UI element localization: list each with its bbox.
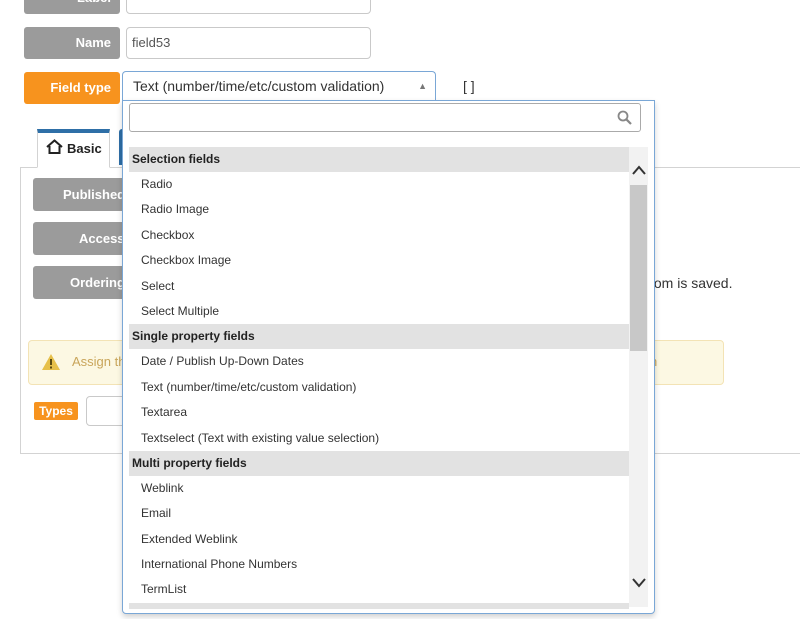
- types-input[interactable]: [86, 396, 126, 426]
- option-radio[interactable]: Radio: [129, 172, 629, 197]
- warning-text: Assign th: [72, 354, 126, 369]
- field-type-dropdown: Selection fields Radio Radio Image Check…: [122, 100, 655, 614]
- name-field-label: Name: [24, 27, 120, 59]
- dropdown-search[interactable]: [129, 103, 641, 132]
- option-email[interactable]: Email: [129, 501, 629, 526]
- option-date-publish[interactable]: Date / Publish Up-Down Dates: [129, 349, 629, 374]
- dropdown-search-input[interactable]: [134, 104, 608, 132]
- option-extended-weblink[interactable]: Extended Weblink: [129, 527, 629, 552]
- name-input[interactable]: field53: [126, 27, 371, 59]
- search-icon: [617, 110, 632, 128]
- ordering-note: tom is saved.: [650, 275, 733, 291]
- option-radio-image[interactable]: Radio Image: [129, 197, 629, 222]
- field-type-selected-value: Text (number/time/etc/custom validation): [133, 78, 385, 94]
- group-selection-fields: Selection fields: [129, 147, 629, 172]
- option-termlist[interactable]: TermList: [129, 577, 629, 602]
- option-select[interactable]: Select: [129, 274, 629, 299]
- option-checkbox[interactable]: Checkbox: [129, 223, 629, 248]
- option-weblink[interactable]: Weblink: [129, 476, 629, 501]
- ordering-label: Ordering: [33, 266, 133, 299]
- chevron-down-icon[interactable]: [629, 576, 648, 592]
- field-type-brackets: [ ]: [463, 78, 475, 94]
- published-label: Published: [33, 178, 133, 211]
- label-input[interactable]: [126, 0, 371, 14]
- warning-icon: [41, 353, 61, 374]
- chevron-up-icon[interactable]: [629, 163, 648, 179]
- access-label: Access: [33, 222, 133, 255]
- label-field-label: Label: [24, 0, 120, 14]
- option-textselect[interactable]: Textselect (Text with existing value sel…: [129, 426, 629, 451]
- tab-basic[interactable]: Basic: [37, 129, 110, 168]
- group-next-header-partial: [129, 602, 629, 609]
- field-type-select[interactable]: Text (number/time/etc/custom validation)…: [122, 71, 436, 101]
- tab-basic-label: Basic: [67, 141, 102, 156]
- field-type-label: Field type: [24, 72, 120, 104]
- option-checkbox-image[interactable]: Checkbox Image: [129, 248, 629, 273]
- dropdown-scrollbar-thumb[interactable]: [630, 185, 647, 351]
- types-label: Types: [34, 402, 78, 420]
- caret-up-icon: ▲: [418, 81, 427, 91]
- option-select-multiple[interactable]: Select Multiple: [129, 299, 629, 324]
- home-icon: [46, 134, 63, 166]
- group-single-property-fields: Single property fields: [129, 324, 629, 350]
- dropdown-options-list: Selection fields Radio Radio Image Check…: [129, 147, 629, 609]
- option-textarea[interactable]: Textarea: [129, 400, 629, 425]
- option-international-phone-numbers[interactable]: International Phone Numbers: [129, 552, 629, 577]
- group-multi-property-fields: Multi property fields: [129, 450, 629, 476]
- option-text[interactable]: Text (number/time/etc/custom validation): [129, 375, 629, 400]
